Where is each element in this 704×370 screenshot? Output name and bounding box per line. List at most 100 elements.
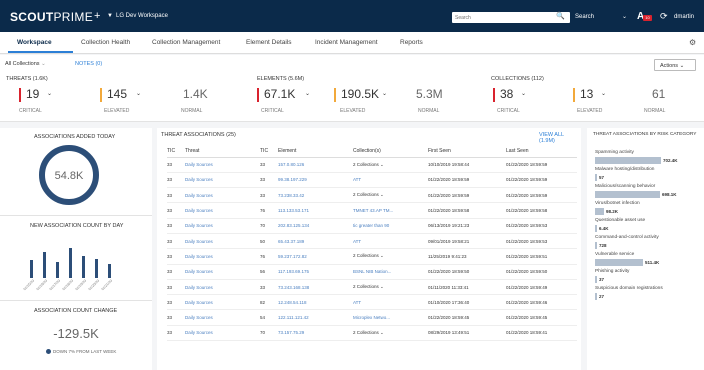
threat-cell[interactable]: Daily Sources [185, 309, 260, 326]
day-bar[interactable] [82, 256, 85, 278]
col-header[interactable]: TIC [167, 145, 185, 158]
table-row[interactable]: 33 Daily Sources 33 73.238.33.42 2 Collectio… [167, 187, 577, 204]
threat-cell[interactable]: Daily Sources [185, 218, 260, 234]
chevron-down-icon: ⌄ [41, 61, 46, 67]
element-cell[interactable]: 73.157.75.29 [278, 325, 353, 342]
threat-cell[interactable]: Daily Sources [185, 294, 260, 311]
risk-category-bar[interactable] [595, 259, 643, 266]
table-row[interactable]: 33 Daily Sources 76 59.237.172.82 2 Collecti… [167, 248, 577, 265]
collections-cell[interactable]: 2 Collections ⌄ [353, 248, 428, 265]
add-icon[interactable]: + [94, 10, 100, 22]
risk-category-bar[interactable] [595, 191, 660, 198]
table-row[interactable]: 33 Daily Sources 33 157.0.80.126 2 Collectio… [167, 157, 577, 173]
table-row[interactable]: 33 Daily Sources 76 113.133.53.171 TMNET 43.… [167, 202, 577, 219]
day-bar[interactable] [56, 262, 59, 278]
element-cell[interactable]: 122.111.121.42 [278, 309, 353, 326]
col-header[interactable]: Element [278, 145, 353, 158]
risk-category-label: Malware hosting/distribution [595, 167, 655, 172]
collections-title[interactable]: COLLECTIONS (112) [491, 76, 544, 82]
table-row[interactable]: 33 Daily Sources 33 73.243.168.138 2 Collect… [167, 279, 577, 296]
day-bar[interactable] [95, 259, 98, 278]
risk-category-bar[interactable] [595, 174, 597, 181]
table-row[interactable]: 33 Daily Sources 70 73.157.75.29 2 Collectio… [167, 325, 577, 342]
threat-cell[interactable]: Daily Sources [185, 172, 260, 189]
collections-cell[interactable]: 2 Collections ⌄ [353, 187, 428, 204]
refresh-icon[interactable]: ⟳ [660, 11, 668, 22]
element-cell[interactable]: 73.243.168.138 [278, 279, 353, 296]
search-input[interactable] [452, 12, 542, 23]
search-box[interactable]: 🔍 [452, 12, 570, 23]
table-row[interactable]: 33 Daily Sources 82 12.248.54.118 ATT 01/10/2… [167, 294, 577, 311]
threats-title[interactable]: THREATS (1.6K) [6, 76, 48, 82]
table-row[interactable]: 33 Daily Sources 70 202.83.125.134 tic great… [167, 218, 577, 234]
element-cell[interactable]: 117.193.69.175 [278, 264, 353, 280]
element-cell[interactable]: 157.0.80.126 [278, 157, 353, 173]
element-cell[interactable]: 202.83.125.134 [278, 218, 353, 234]
gear-icon[interactable]: ⚙ [689, 38, 696, 47]
col-header[interactable]: Collection(s) [353, 145, 428, 158]
threat-cell[interactable]: Daily Sources [185, 202, 260, 219]
element-cell[interactable]: 59.237.172.82 [278, 248, 353, 265]
table-row[interactable]: 33 Daily Sources 50 65.43.37.189 ATT 09/01/20… [167, 233, 577, 250]
tab-reports[interactable]: Reports [400, 39, 423, 46]
day-bar[interactable] [30, 260, 33, 278]
collections-cell[interactable]: ATT [353, 294, 428, 311]
col-header[interactable]: TIC [260, 145, 278, 158]
app-logo[interactable]: SCOUTPRIME [10, 10, 93, 24]
collections-cell[interactable]: Microplex Netwo... [353, 309, 428, 326]
element-cell[interactable]: 73.238.33.42 [278, 187, 353, 204]
alerts-button[interactable]: A 10 [637, 11, 661, 23]
tic-cell: 33 [167, 218, 185, 234]
tab-collection-health[interactable]: Collection Health [81, 39, 130, 46]
day-bar[interactable] [69, 248, 72, 278]
threat-cell[interactable]: Daily Sources [185, 264, 260, 280]
element-cell[interactable]: 65.43.37.189 [278, 233, 353, 250]
user-menu[interactable]: dmartin [674, 14, 694, 20]
threat-cell[interactable]: Daily Sources [185, 233, 260, 250]
elements-title[interactable]: ELEMENTS (5.6M) [257, 76, 304, 82]
day-bar[interactable] [43, 252, 46, 278]
table-row[interactable]: 33 Daily Sources 56 117.193.69.175 BSNL NIB … [167, 264, 577, 280]
risk-category-bar[interactable] [595, 276, 597, 283]
search-type-select[interactable]: Search ⌄ [571, 12, 631, 23]
col-header[interactable]: Threat [185, 145, 260, 158]
risk-category-bar[interactable] [595, 293, 597, 300]
notes-link[interactable]: NOTES (0) [75, 61, 102, 67]
day-bar[interactable] [108, 264, 111, 278]
collections-cell[interactable]: TMNET 43.AP TM... [353, 202, 428, 219]
collections-cell[interactable]: tic greater than 90 [353, 218, 428, 234]
risk-category-bar[interactable] [595, 208, 604, 215]
collections-cell[interactable]: BSNL NIB Nation... [353, 264, 428, 280]
collections-cell[interactable]: 2 Collections ⌄ [353, 157, 428, 173]
collections-cell[interactable]: ATT [353, 233, 428, 250]
threat-cell[interactable]: Daily Sources [185, 325, 260, 342]
collections-cell[interactable]: 2 Collections ⌄ [353, 279, 428, 296]
search-icon[interactable]: 🔍 [556, 12, 565, 20]
collections-cell[interactable]: 2 Collections ⌄ [353, 325, 428, 342]
tab-collection-management[interactable]: Collection Management [152, 39, 220, 46]
risk-category-bar[interactable] [595, 225, 597, 232]
element-cell[interactable]: 12.248.54.118 [278, 294, 353, 311]
element-cell[interactable]: 113.133.53.171 [278, 202, 353, 219]
collections-filter[interactable]: All Collections ⌄ [5, 61, 46, 67]
tab-workspace[interactable]: Workspace [17, 39, 52, 46]
risk-category-bar[interactable] [595, 242, 597, 249]
threat-cell[interactable]: Daily Sources [185, 279, 260, 296]
chevron-down-icon[interactable]: ▼ [107, 13, 113, 19]
table-row[interactable]: 33 Daily Sources 54 122.111.121.42 Microplex… [167, 309, 577, 326]
element-cell[interactable]: 99.38.197.229 [278, 172, 353, 189]
threat-cell[interactable]: Daily Sources [185, 187, 260, 204]
collections-cell[interactable]: ATT [353, 172, 428, 189]
threat-cell[interactable]: Daily Sources [185, 248, 260, 265]
risk-category-label: Vulnerable service [595, 252, 635, 257]
table-row[interactable]: 33 Daily Sources 33 99.38.197.229 ATT 01/22/2… [167, 172, 577, 189]
col-header[interactable]: First Seen [428, 145, 506, 158]
workspace-name[interactable]: LG Dev Workspace [116, 13, 168, 19]
risk-category-bar[interactable] [595, 157, 661, 164]
col-header[interactable]: Last Seen [506, 145, 577, 158]
tab-incident-management[interactable]: Incident Management [315, 39, 378, 46]
threat-cell[interactable]: Daily Sources [185, 157, 260, 173]
tab-element-details[interactable]: Element Details [246, 39, 292, 46]
actions-button[interactable]: Actions ⌄ [654, 59, 696, 71]
view-all-link[interactable]: VIEW ALL (1.9M) [539, 132, 581, 144]
